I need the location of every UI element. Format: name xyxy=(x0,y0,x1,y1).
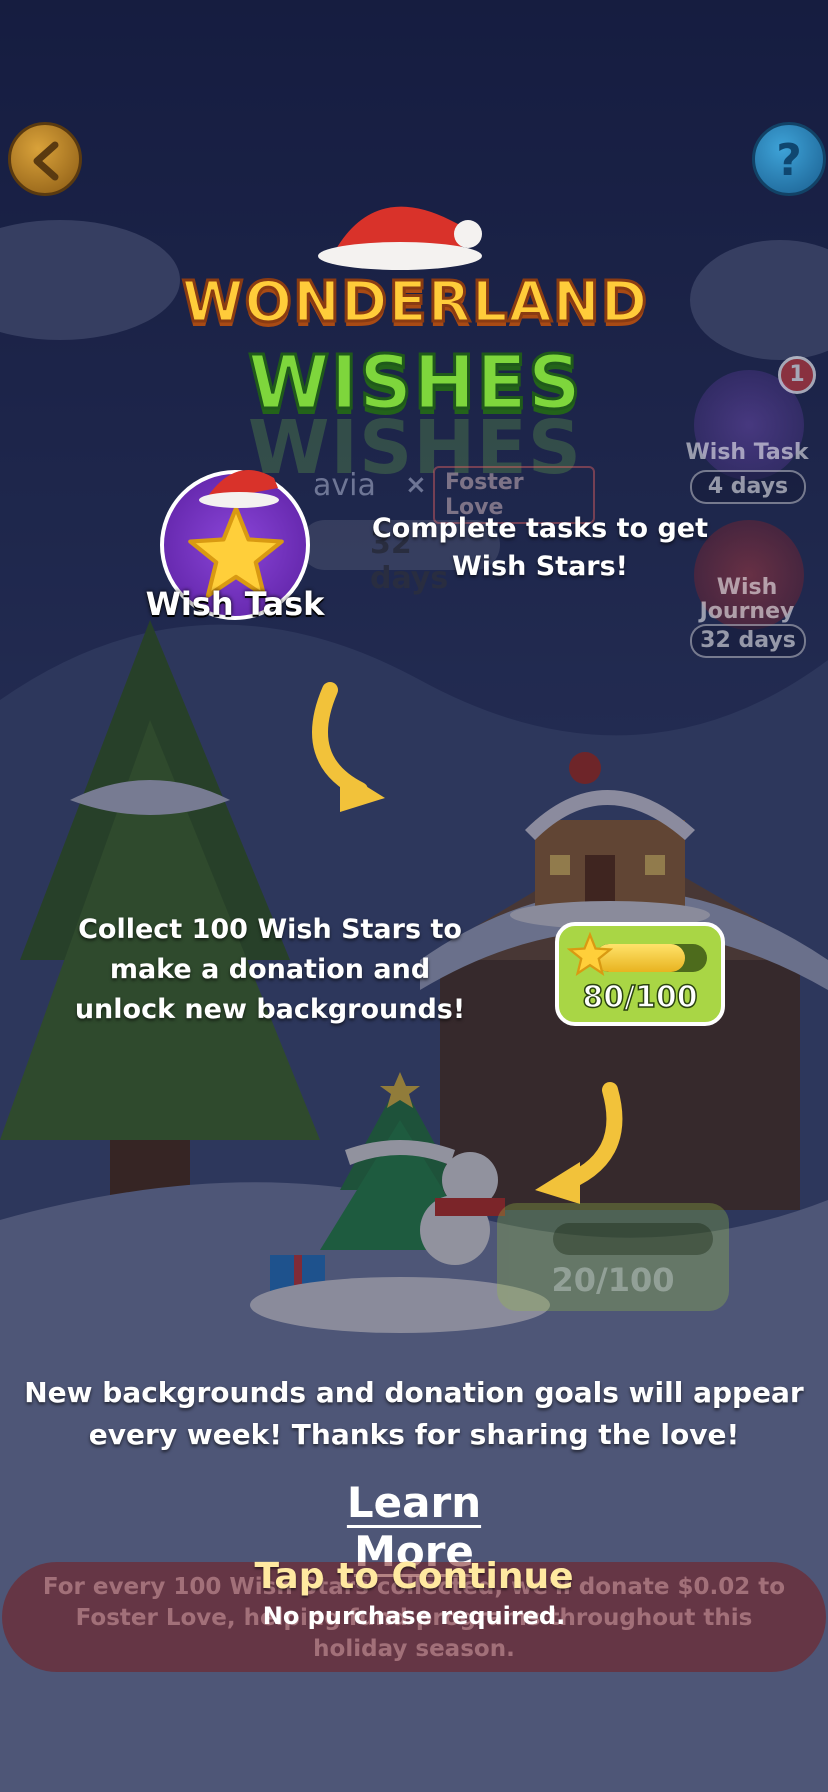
tip-collect-stars: Collect 100 Wish Stars to make a donatio… xyxy=(74,914,466,1025)
tap-to-continue-button[interactable]: Tap to Continue xyxy=(200,1556,628,1597)
back-button[interactable] xyxy=(8,122,82,196)
wish-star-icon xyxy=(567,932,613,977)
partner-separator: × xyxy=(405,470,427,500)
wish-task-side-label: Wish Task xyxy=(685,440,809,465)
notification-badge: 1 xyxy=(778,356,816,394)
help-icon: ? xyxy=(776,135,802,186)
event-logo: WISHES WONDERLAND WISHES xyxy=(170,190,660,491)
wish-journey-days: 32 days xyxy=(690,624,806,658)
tip-weekly-backgrounds: New backgrounds and donation goals will … xyxy=(24,1376,804,1451)
progress-track xyxy=(553,1223,713,1255)
help-button[interactable]: ? xyxy=(752,122,826,196)
partner-avia: avia xyxy=(313,468,376,503)
no-purchase-note: No purchase required. xyxy=(262,1602,566,1630)
progress-text: 20/100 xyxy=(551,1261,675,1299)
progress-text: 80/100 xyxy=(582,979,699,1016)
logo-title-line1: WONDERLAND xyxy=(180,269,649,337)
curved-arrow-icon xyxy=(312,682,385,812)
next-goal-progress-card: 20/100 xyxy=(497,1203,729,1311)
logo-title-line2: WISHES xyxy=(246,339,583,428)
wish-task-days: 4 days xyxy=(690,470,806,504)
chevron-left-icon xyxy=(33,141,59,181)
santa-hat-icon xyxy=(318,206,482,270)
donation-progress-card: 80/100 xyxy=(555,922,725,1026)
santa-hat-icon xyxy=(199,470,279,508)
curved-arrow-icon xyxy=(535,1082,623,1204)
partner-row: avia × Foster Love xyxy=(285,466,595,524)
tip-complete-tasks: Complete tasks to get Wish Stars! xyxy=(371,513,709,582)
wish-task-label: Wish Task xyxy=(145,585,325,623)
